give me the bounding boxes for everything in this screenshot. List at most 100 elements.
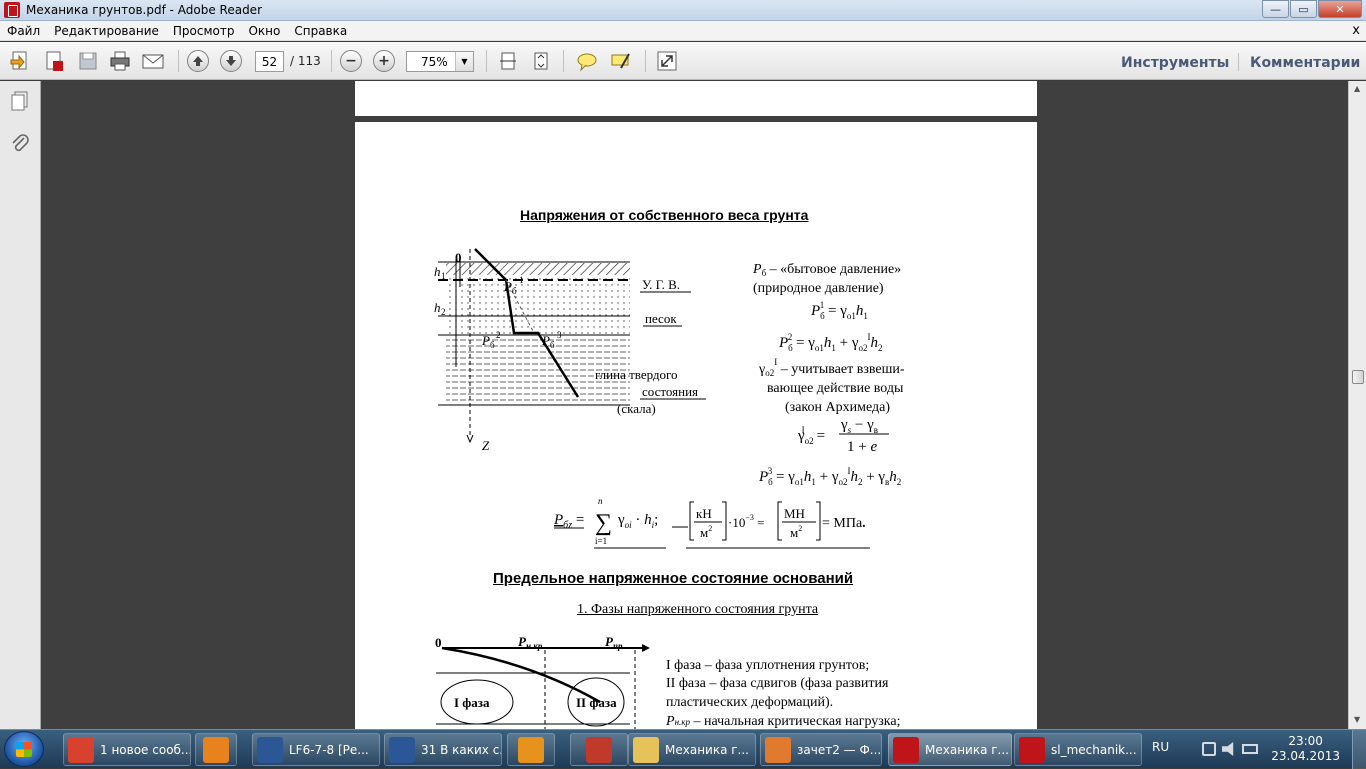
scroll-down-arrow[interactable]: ▼	[1354, 715, 1360, 724]
menu-file[interactable]: Файл	[0, 24, 47, 38]
taskbar-item[interactable]: 31 В каких с...	[384, 733, 502, 766]
soil-pressure-diagram: 0 h 1 h 2 P б 1 P б 2 P б 3 Z У. Г. В. п…	[434, 248, 706, 453]
window-title: Механика грунтов.pdf - Adobe Reader	[26, 3, 262, 17]
chevron-down-icon[interactable]: ▼	[455, 52, 473, 71]
pdf-icon	[1019, 736, 1045, 763]
menu-window[interactable]: Окно	[241, 24, 287, 38]
fig1-pb2-sub: б	[490, 340, 495, 350]
taskbar-item-label: Механика г...	[665, 742, 749, 757]
svg-text:Pн.кр: Pн.кр	[518, 634, 543, 651]
battery-icon[interactable]	[1242, 744, 1258, 754]
taskbar-item[interactable]	[507, 733, 555, 766]
language-indicator[interactable]: RU	[1152, 740, 1169, 754]
menu-help[interactable]: Справка	[287, 24, 354, 38]
add-comment-button[interactable]	[575, 48, 599, 74]
fig1-h1-sub: 1	[441, 271, 446, 281]
chrome-icon	[68, 736, 94, 763]
heading-self-weight: Напряжения от собственного веса грунта	[520, 207, 809, 223]
comments-button[interactable]: Комментарии	[1250, 55, 1360, 71]
taskbar-item[interactable]	[570, 733, 628, 766]
tools-button[interactable]: Инструменты	[1121, 55, 1229, 71]
adobe-reader-icon	[4, 2, 20, 18]
pdf-page: Напряжения от собственного веса грунта 0…	[355, 122, 1037, 729]
taskbar-item-label: 1 новое сооб...	[100, 742, 191, 757]
subheading-phases: 1. Фазы напряженного состояния грунта	[577, 602, 819, 617]
zoom-select[interactable]: 75% ▼	[406, 51, 474, 72]
vertical-scrollbar[interactable]: ▲ ▼	[1348, 81, 1366, 729]
edit-pdf-icon	[42, 49, 66, 73]
word-icon	[389, 736, 415, 763]
highlight-button[interactable]	[608, 48, 632, 74]
email-button[interactable]	[141, 48, 165, 74]
print-button[interactable]	[108, 48, 132, 74]
apps-icon	[518, 736, 544, 763]
taskbar-item[interactable]: sl_mechanik...	[1014, 733, 1142, 766]
svg-text:Pб2 = γo1h1 + γo2Ih2: Pб2 = γo1h1 + γo2Ih2	[778, 332, 882, 353]
taskbar-item-label: зачет2 — Ф...	[797, 742, 882, 757]
volume-icon[interactable]	[1222, 742, 1234, 756]
toolbar: 52 / 113 − + 75% ▼ Инструменты Комментар…	[0, 42, 1366, 80]
expand-button[interactable]	[655, 48, 679, 74]
fig1-h2: h	[434, 300, 441, 315]
plus-icon: +	[373, 50, 395, 72]
save-button[interactable]	[76, 48, 100, 74]
taskbar-item-label: sl_mechanik...	[1051, 742, 1137, 757]
taskbar-item-label: Механика г...	[925, 742, 1009, 757]
taskbar-item[interactable]: зачет2 — Ф...	[760, 733, 882, 766]
buoyancy-text: вающее действие воды	[767, 381, 904, 396]
start-button[interactable]	[4, 731, 44, 767]
taskbar-item[interactable]: Механика г...	[628, 733, 756, 766]
heading-limit-state: Предельное напряженное состояние основан…	[493, 570, 854, 587]
fig1-clay-label-1: глина твердого	[595, 367, 678, 382]
svg-text:γoi · hi;: γoi · hi;	[617, 512, 658, 530]
fig2-phase1: I фаза	[454, 695, 490, 710]
page-number-input[interactable]: 52	[255, 51, 284, 72]
clock-date: 23.04.2013	[1271, 749, 1340, 763]
next-page-button[interactable]	[220, 48, 242, 74]
close-document-button[interactable]: x	[1345, 23, 1366, 38]
taskbar-item[interactable]	[195, 733, 237, 766]
zoom-out-button[interactable]: −	[340, 48, 362, 74]
previous-page-button[interactable]	[187, 48, 209, 74]
minimize-button[interactable]: —	[1262, 0, 1289, 18]
taskbar-item[interactable]: LF6-7-8 [Ре...	[252, 733, 380, 766]
sum-formula: Pбz = n ∑ i=1 γoi · hi; кН м2 ·10−3 = МН…	[553, 496, 870, 549]
close-button[interactable]: ✕	[1318, 0, 1362, 18]
fig1-z-axis: Z	[482, 438, 490, 453]
fit-page-button[interactable]	[496, 48, 520, 74]
svg-text:МН: МН	[784, 506, 805, 521]
expand-icon	[655, 49, 679, 73]
svg-text:∑: ∑	[595, 510, 612, 536]
fig1-rock-label: (скала)	[617, 401, 656, 416]
taskbar: 1 новое сооб... LF6-7-8 [Ре... 31 В каких …	[0, 729, 1366, 769]
create-pdf-button[interactable]	[8, 48, 32, 74]
fig1-ugv-label: У. Г. В.	[642, 277, 680, 292]
scroll-up-arrow[interactable]: ▲	[1354, 84, 1360, 93]
menu-view[interactable]: Просмотр	[166, 24, 242, 38]
maximize-button[interactable]: ▭	[1290, 0, 1317, 18]
menu-bar: Файл Редактирование Просмотр Окно Справк…	[0, 21, 1366, 41]
edit-pdf-button[interactable]	[42, 48, 66, 74]
envelope-icon	[141, 49, 165, 73]
paperclip-icon[interactable]	[9, 133, 31, 159]
network-icon[interactable]	[1202, 742, 1216, 756]
menu-edit[interactable]: Редактирование	[47, 24, 166, 38]
svg-text:м2: м2	[700, 524, 712, 540]
highlighter-icon	[608, 49, 632, 73]
clock[interactable]: 23:00 23.04.2013	[1271, 734, 1340, 764]
page-thumbnails-icon[interactable]	[9, 90, 31, 116]
create-pdf-icon	[8, 49, 32, 73]
fit-width-button[interactable]	[529, 48, 553, 74]
svg-text:кН: кН	[696, 506, 712, 521]
phases-diagram: 0 Pн.кр Pпр I фаза II фаза	[435, 634, 650, 729]
svg-text:·10−3 =: ·10−3 =	[728, 513, 764, 530]
scrollbar-thumb[interactable]	[1352, 370, 1364, 384]
document-viewer[interactable]: Напряжения от собственного веса грунта 0…	[41, 81, 1348, 729]
taskbar-item[interactable]: 1 новое сооб...	[63, 733, 191, 766]
minus-icon: −	[340, 50, 362, 72]
svg-text:Pпр: Pпр	[605, 634, 623, 651]
zoom-in-button[interactable]: +	[373, 48, 395, 74]
taskbar-item[interactable]: Механика г...	[888, 733, 1012, 766]
show-desktop-button[interactable]	[1352, 730, 1366, 769]
clock-time: 23:00	[1288, 734, 1323, 748]
